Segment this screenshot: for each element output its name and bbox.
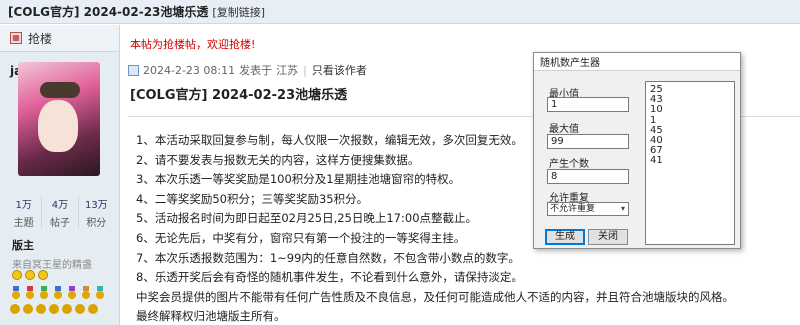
post-line: 中奖会员提供的图片不能带有任何广告性质及不良信息，及任何可能造成他人不适的内容，… [136,289,734,304]
badge-icon [49,304,59,314]
user-rank: 版主 [12,239,34,252]
badge-icon [23,304,33,314]
post-meta: 2024-2-23 08:11 发表于 江苏 | 只看该作者 [128,62,367,78]
smiley-icon [12,270,22,280]
badge-icon [75,304,85,314]
count-label: 产生个数 [549,159,589,170]
max-input[interactable] [547,134,629,149]
emoji-badges [12,270,48,280]
grab-floor-row[interactable]: ▦ 抢楼 [0,25,119,52]
medal-icon [26,286,34,299]
meta-separator: | [303,63,307,77]
badge-icon [10,304,20,314]
stat-label: 积分 [86,218,107,229]
avatar-face [38,100,78,152]
smiley-icon [38,270,48,280]
only-author-link[interactable]: 只看该作者 [312,62,367,78]
count-input[interactable] [547,169,629,184]
medal-icon [40,286,48,299]
medal-row-2 [10,304,98,314]
post-icon [128,64,139,76]
min-input[interactable] [547,97,629,112]
avatar[interactable] [18,62,100,176]
max-label: 最大值 [549,124,579,135]
smiley-icon [25,270,35,280]
stat-value: 4万 [51,200,69,211]
results-list[interactable]: 25 43 10 1 45 40 67 41 [645,81,735,245]
posted-from-prefix: 发表于 [239,64,273,77]
grab-floor-notice: 本帖为抢楼帖，欢迎抢楼! [130,38,256,51]
repeat-select-value: 不允许重复 [550,204,596,214]
medal-row [10,286,106,300]
generator-title: 随机数产生器 [540,58,600,69]
stat-value: 1万 [15,200,32,211]
grab-floor-icon: ▦ [10,32,22,44]
post-title: [COLG官方] 2024-02-23池塘乐透 [130,88,348,103]
medal-icon [12,286,20,299]
result-item: 10 [650,104,663,116]
post-line: 最终解释权归池塘版主所有。 [136,309,286,324]
close-button[interactable]: 关闭 [588,229,628,245]
chevron-down-icon: ▾ [620,204,625,213]
generate-button[interactable]: 生成 [545,229,585,245]
repeat-select[interactable]: 不允许重复 ▾ [547,202,629,216]
avatar-goggle [40,82,80,98]
random-generator-window: 随机数产生器 最小值 最大值 产生个数 允许重复 不允许重复 ▾ 25 43 1… [533,52,741,249]
thread-title: [COLG官方] 2024-02-23池塘乐透 [8,5,209,19]
stat-value: 13万 [84,200,108,211]
post-location: 江苏 [276,64,299,77]
badge-icon [36,304,46,314]
user-title: 来自冥王星的精盏 [12,260,92,271]
post-timestamp: 2024-2-23 08:11 [143,63,236,77]
medal-icon [68,286,76,299]
stat-points[interactable]: 13万 积分 [79,196,114,229]
medal-icon [96,286,104,299]
copy-link[interactable]: [复制链接] [212,4,265,20]
stat-label: 帖子 [49,218,70,229]
badge-icon [88,304,98,314]
medal-icon [54,286,62,299]
post-line: 8、乐透开奖后会有奇怪的随机事件发生，不论看到什么意外，请保持淡定。 [136,270,523,285]
post-line: 7、本次乐透报数范围为：1~99内的任意自然数，不包含带小数点的数字。 [136,250,520,265]
stat-threads[interactable]: 1万 主题 [6,196,43,229]
result-item: 41 [650,155,663,167]
stat-posts[interactable]: 4万 帖子 [42,196,79,229]
grab-floor-label: 抢楼 [28,31,53,46]
badge-icon [62,304,72,314]
user-stats: 1万 主题 4万 帖子 13万 积分 [6,196,114,229]
stat-label: 主题 [13,218,34,229]
medal-icon [82,286,90,299]
generator-titlebar[interactable]: 随机数产生器 [534,53,740,71]
thread-header: [COLG官方] 2024-02-23池塘乐透 [复制链接] [0,0,800,24]
